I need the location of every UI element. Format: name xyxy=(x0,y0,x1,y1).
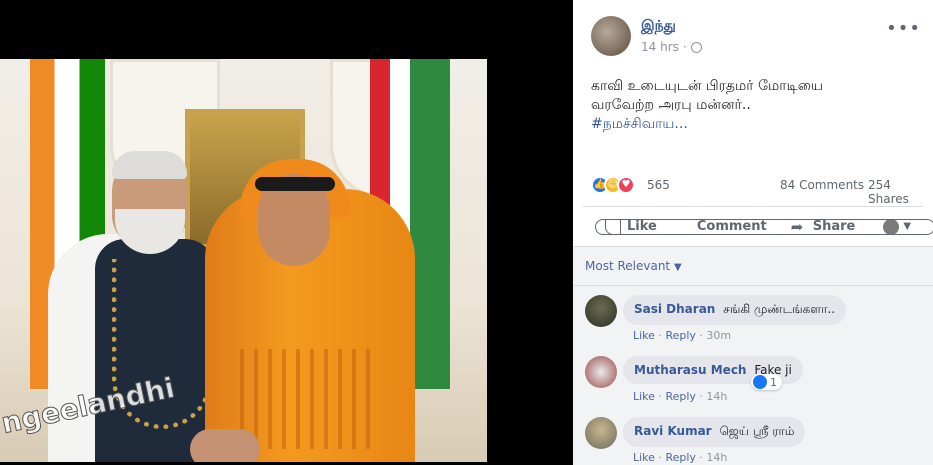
divider xyxy=(573,285,933,286)
commenter-name[interactable]: Mutharasu Mech xyxy=(634,363,746,377)
author-avatar[interactable] xyxy=(591,16,631,56)
handshake xyxy=(190,429,260,462)
post-meta: 14 hrs · xyxy=(641,40,702,54)
comment-icon xyxy=(595,218,933,235)
comments-count[interactable]: 84 Comments xyxy=(780,178,864,192)
person-left-hair xyxy=(112,151,187,179)
commenter-avatar[interactable] xyxy=(585,295,617,327)
comment-reply-link[interactable]: Reply xyxy=(665,390,695,403)
comment-text: ஜெய் ஸ்ரீ ராம் xyxy=(719,424,795,438)
post-time[interactable]: 14 hrs xyxy=(641,40,679,54)
comment-like-link[interactable]: Like xyxy=(633,451,655,464)
author-name[interactable]: இந்து xyxy=(641,18,676,36)
comment-reply-link[interactable]: Reply xyxy=(665,329,695,342)
comment-bubble: Ravi Kumar ஜெய் ஸ்ரீ ராம் xyxy=(623,417,806,447)
reactions-summary[interactable]: 👍 ☺ ♥ xyxy=(591,176,635,194)
post-header: இந்து 14 hrs · ••• xyxy=(591,16,921,60)
commenter-name[interactable]: Ravi Kumar xyxy=(634,424,712,438)
comment-like-link[interactable]: Like xyxy=(633,390,655,403)
reaction-count[interactable]: 565 xyxy=(647,178,670,192)
post-stats: 👍 ☺ ♥ 565 84 Comments 254 Shares xyxy=(591,176,923,206)
comment-button[interactable]: Comment xyxy=(595,218,933,235)
comment-actions: Like · Reply · 14h xyxy=(633,451,728,464)
comment-time[interactable]: 30m xyxy=(706,329,731,342)
more-options-icon[interactable]: ••• xyxy=(886,18,921,39)
chevron-down-icon: ▼ xyxy=(673,262,682,273)
commenter-avatar[interactable] xyxy=(585,417,617,449)
post-text-line: காவி உடையுடன் பிரதமர் மோடியை xyxy=(591,78,823,94)
love-reaction-icon: ♥ xyxy=(617,176,635,194)
post-actions: Like Comment ➦ Share ▼ xyxy=(583,206,933,246)
comment-reactions[interactable]: 1 xyxy=(751,374,782,390)
post-text: காவி உடையுடன் பிரதமர் மோடியை வரவேற்ற அரப… xyxy=(591,77,921,134)
comment-like-link[interactable]: Like xyxy=(633,329,655,342)
photo-viewer: ngeelandhi xyxy=(0,0,573,465)
person-right-agal xyxy=(255,177,335,191)
comment-bubble: Sasi Dharan சங்கி முண்டங்களா.. xyxy=(623,295,847,325)
comment-time[interactable]: 14h xyxy=(706,451,727,464)
post-photo[interactable]: ngeelandhi xyxy=(0,59,487,462)
commenter-avatar[interactable] xyxy=(585,356,617,388)
comment-actions: Like · Reply · 14h xyxy=(633,390,728,403)
filter-label: Most Relevant xyxy=(585,259,671,273)
post-text-line: வரவேற்ற அரபு மன்னர்.. xyxy=(591,97,751,113)
comments-section: Most Relevant ▼ Sasi Dharan சங்கி முண்டங… xyxy=(573,247,933,465)
robe-pattern xyxy=(240,349,380,449)
comment-reaction-count: 1 xyxy=(770,375,777,389)
globe-icon[interactable] xyxy=(690,41,702,53)
like-reaction-icon xyxy=(753,375,767,389)
comment-filter-dropdown[interactable]: Most Relevant ▼ xyxy=(585,259,682,273)
comment-reply-link[interactable]: Reply xyxy=(665,451,695,464)
comment-time[interactable]: 14h xyxy=(706,390,727,403)
comment-actions: Like · Reply · 30m xyxy=(633,329,732,342)
comment-text: சங்கி முண்டங்களா.. xyxy=(723,302,836,316)
separator-dot: · xyxy=(682,40,687,54)
post-sidebar: இந்து 14 hrs · ••• காவி உடையுடன் பிரதமர்… xyxy=(573,0,933,465)
post-hashtag[interactable]: #நமச்சிவாய... xyxy=(591,115,921,134)
commenter-name[interactable]: Sasi Dharan xyxy=(634,302,715,316)
shares-count[interactable]: 254 Shares xyxy=(868,178,923,206)
